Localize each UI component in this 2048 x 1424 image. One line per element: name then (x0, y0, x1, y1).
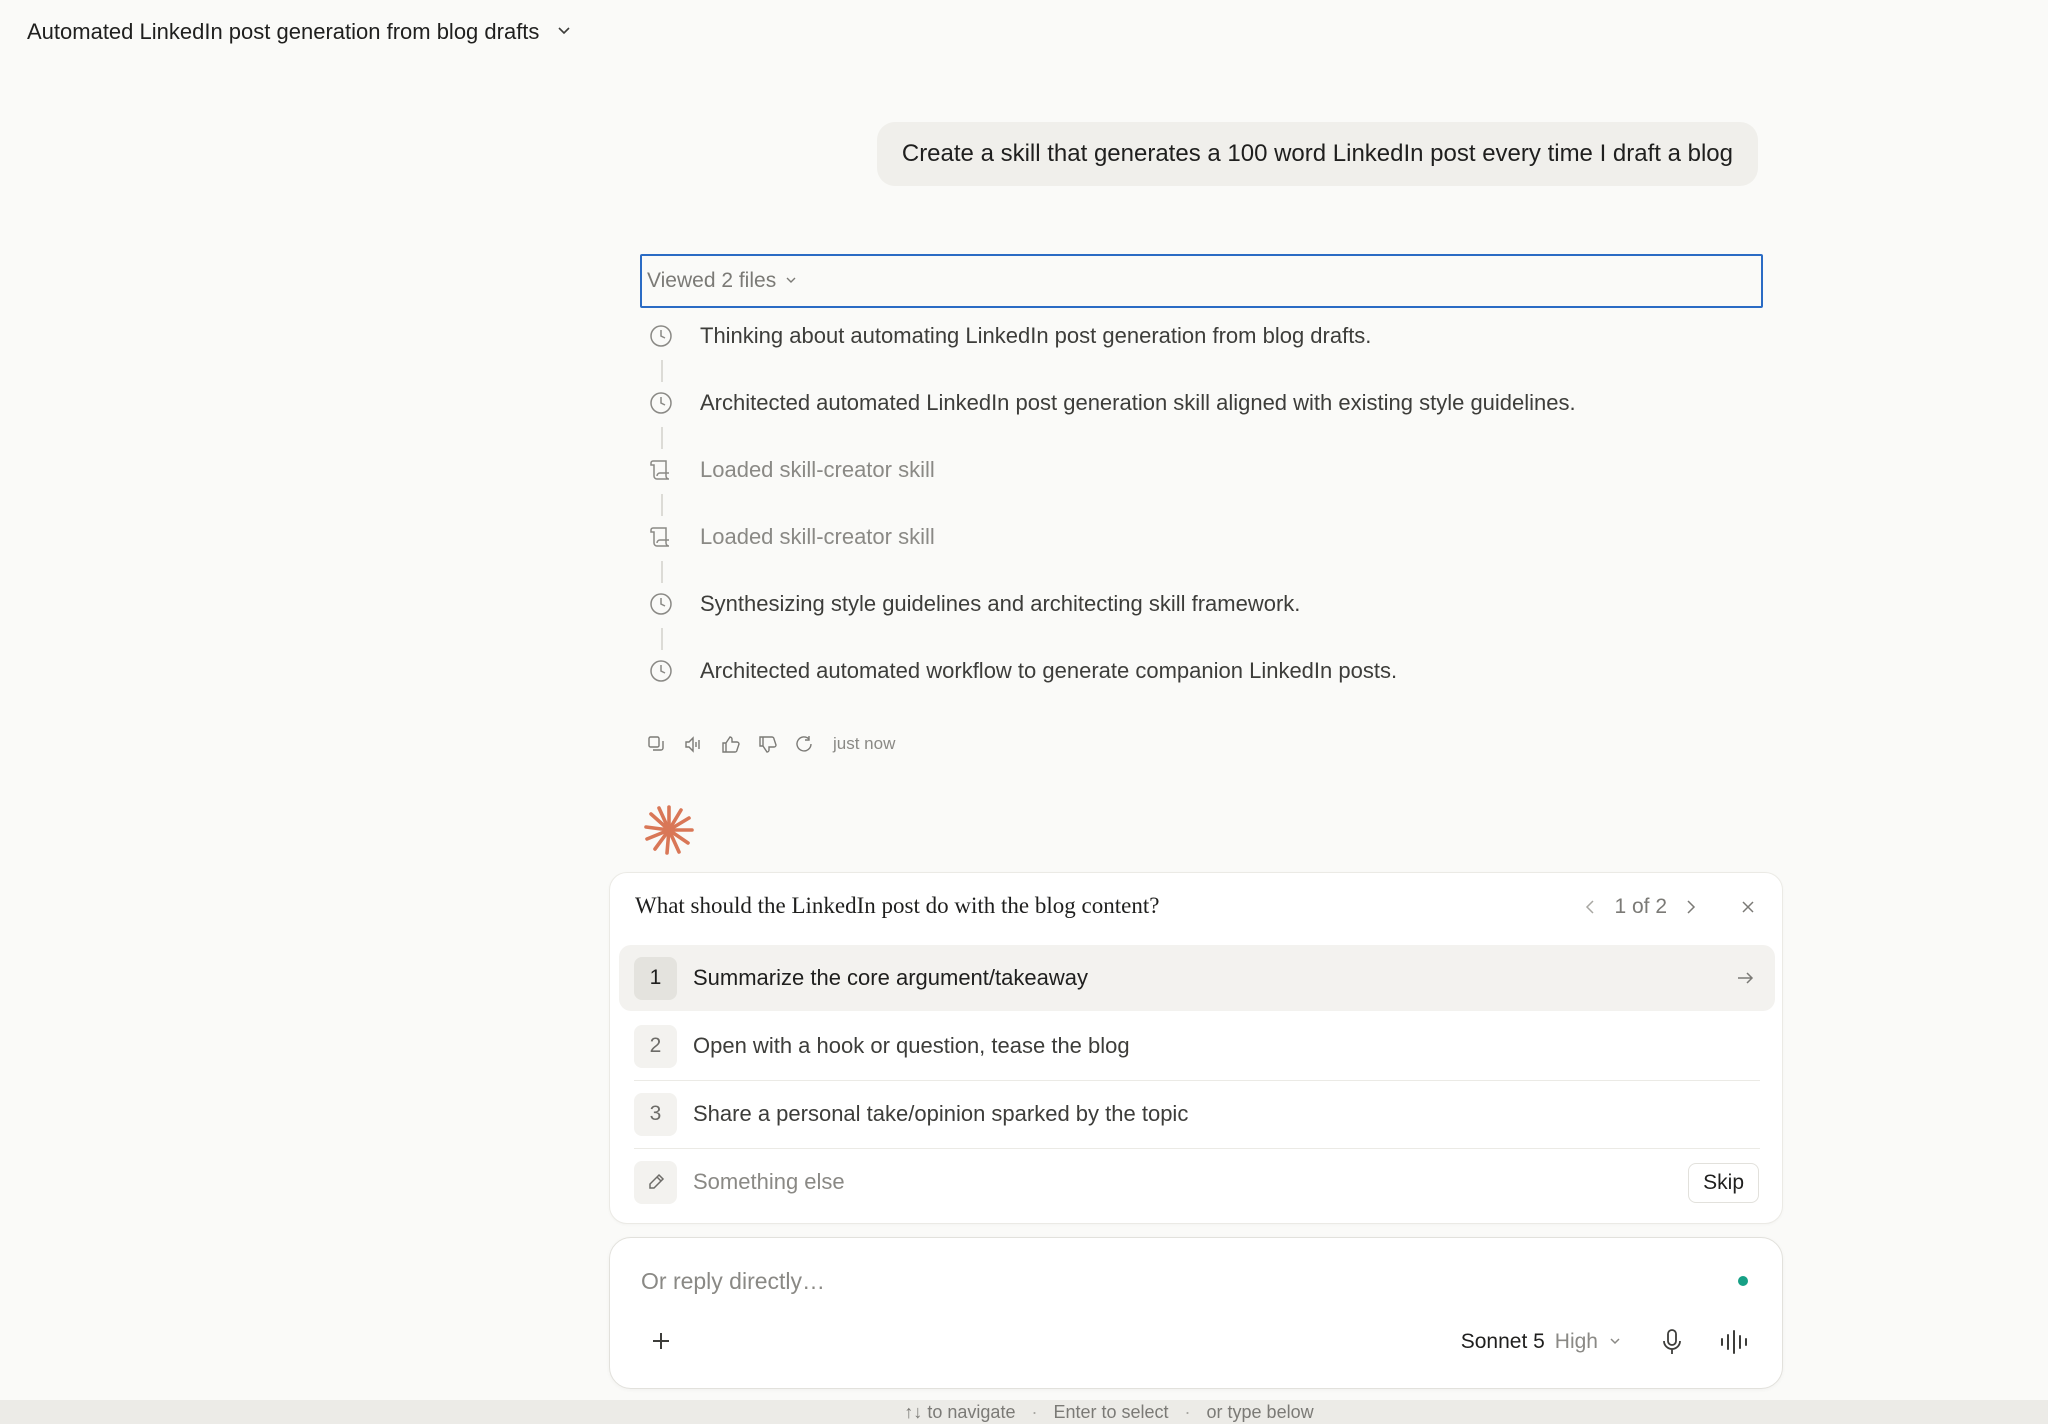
clock-icon (648, 390, 674, 416)
thumbs-up-icon[interactable] (720, 734, 741, 755)
timeline-text: Thinking about automating LinkedIn post … (700, 323, 1372, 348)
viewed-files-label: Viewed 2 files (647, 269, 777, 292)
chevron-down-icon (555, 19, 573, 45)
thinking-timeline: Thinking about automating LinkedIn post … (648, 316, 1748, 718)
clock-icon (648, 323, 674, 349)
option-3[interactable]: 3 Share a personal take/opinion sparked … (619, 1081, 1775, 1147)
scroll-icon (648, 457, 674, 483)
status-dot (1738, 1276, 1748, 1286)
option-label: Open with a hook or question, tease the … (693, 1033, 1130, 1058)
timeline-item: Thinking about automating LinkedIn post … (648, 316, 1748, 383)
clock-icon (648, 658, 674, 684)
chevron-down-icon (784, 269, 798, 293)
hint-navigate: ↑↓ to navigate (904, 1401, 1016, 1422)
timeline-text: Architected automated workflow to genera… (700, 658, 1398, 683)
pencil-icon (634, 1160, 677, 1204)
option-label: Share a personal take/opinion sparked by… (693, 1101, 1189, 1126)
option-other[interactable]: Something else Skip (619, 1149, 1775, 1215)
other-input[interactable]: Something else (693, 1169, 845, 1195)
voice-mode-icon[interactable] (1718, 1327, 1752, 1357)
copy-icon[interactable] (646, 734, 667, 755)
timeline-connector (661, 561, 663, 583)
chevron-left-icon[interactable] (1582, 898, 1600, 916)
user-message-bubble: Create a skill that generates a 100 word… (876, 122, 1758, 186)
option-number: 1 (634, 956, 677, 1000)
hint-select: Enter to select (1053, 1401, 1169, 1422)
skip-button[interactable]: Skip (1688, 1163, 1759, 1203)
question-title: What should the LinkedIn post do with th… (635, 893, 1160, 918)
question-card: What should the LinkedIn post do with th… (609, 872, 1783, 1224)
timeline-text: Loaded skill-creator skill (700, 457, 935, 482)
plus-icon[interactable] (648, 1328, 674, 1354)
arrow-right-icon (1735, 968, 1755, 988)
option-2[interactable]: 2 Open with a hook or question, tease th… (619, 1013, 1775, 1079)
timeline-connector (661, 360, 663, 382)
message-timestamp: just now (833, 734, 896, 753)
hint-separator: · (1031, 1401, 1038, 1422)
timeline-text: Loaded skill-creator skill (700, 524, 935, 549)
hint-separator: · (1184, 1401, 1191, 1422)
app-root: Automated LinkedIn post generation from … (0, 0, 2048, 1424)
timeline-text: Architected automated LinkedIn post gene… (700, 390, 1576, 415)
timeline-item: Synthesizing style guidelines and archit… (648, 584, 1748, 651)
model-selector[interactable]: Sonnet 5 High (1461, 1326, 1622, 1358)
hint-type: or type below (1206, 1401, 1314, 1422)
timeline-item: Loaded skill-creator skill (648, 450, 1748, 517)
timeline-connector (661, 427, 663, 449)
viewed-files-toggle[interactable]: Viewed 2 files (640, 254, 1763, 308)
pager-label: 1 of 2 (1614, 895, 1667, 918)
timeline-connector (661, 628, 663, 650)
retry-icon[interactable] (794, 734, 815, 755)
timeline-item: Architected automated workflow to genera… (648, 651, 1748, 718)
clock-icon (648, 591, 674, 617)
reply-composer: Sonnet 5 High (609, 1237, 1783, 1389)
conversation-title: Automated LinkedIn post generation from … (27, 19, 540, 44)
model-effort: High (1554, 1330, 1598, 1353)
chevron-right-icon[interactable] (1681, 898, 1699, 916)
speaker-icon[interactable] (683, 734, 704, 755)
option-label: Summarize the core argument/takeaway (693, 965, 1088, 990)
message-actions: just now (646, 730, 895, 758)
timeline-item: Architected automated LinkedIn post gene… (648, 383, 1748, 450)
option-number: 2 (634, 1024, 677, 1068)
close-icon[interactable] (1739, 898, 1757, 916)
timeline-text: Synthesizing style guidelines and archit… (700, 591, 1301, 616)
option-1[interactable]: 1 Summarize the core argument/takeaway (619, 945, 1775, 1011)
chevron-down-icon (1608, 1330, 1622, 1354)
question-pager: 1 of 2 (1582, 887, 1757, 927)
option-number: 3 (634, 1092, 677, 1136)
timeline-item: Loaded skill-creator skill (648, 517, 1748, 584)
conversation-title-dropdown[interactable]: Automated LinkedIn post generation from … (27, 14, 573, 50)
claude-logo-icon (643, 804, 695, 856)
reply-input[interactable] (641, 1268, 1641, 1295)
thumbs-down-icon[interactable] (757, 734, 778, 755)
timeline-connector (661, 494, 663, 516)
keyboard-hint: ↑↓ to navigate · Enter to select · or ty… (0, 1400, 2048, 1424)
microphone-icon[interactable] (1658, 1327, 1686, 1357)
scroll-icon (648, 524, 674, 550)
model-name: Sonnet 5 (1460, 1330, 1545, 1353)
